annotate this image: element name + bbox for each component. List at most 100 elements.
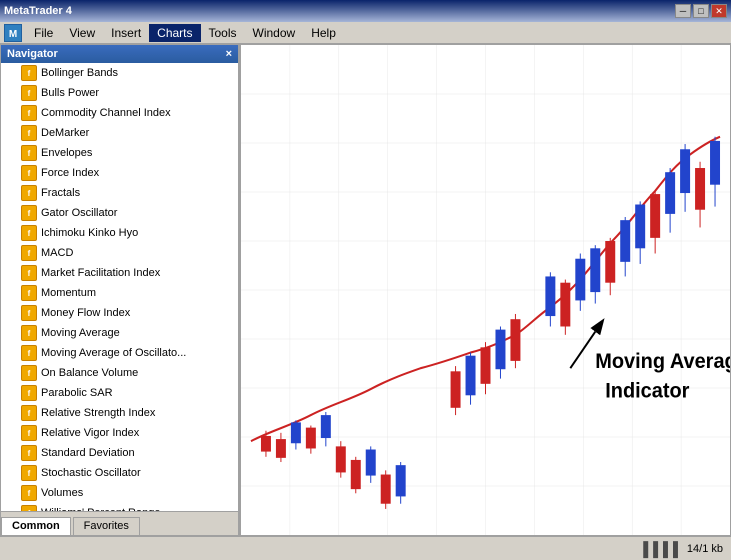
nav-indicator-item[interactable]: f Envelopes — [1, 143, 238, 163]
title-bar-left: MetaTrader 4 — [4, 5, 72, 17]
menu-view[interactable]: View — [61, 24, 103, 42]
nav-indicator-item[interactable]: f Fractals — [1, 183, 238, 203]
nav-indicator-item[interactable]: f Relative Strength Index — [1, 403, 238, 423]
maximize-button[interactable]: □ — [693, 4, 709, 18]
app-title: MetaTrader 4 — [4, 5, 72, 17]
indicator-icon: f — [21, 65, 37, 81]
indicator-label: Bulls Power — [41, 87, 99, 99]
menu-window[interactable]: Window — [245, 24, 304, 42]
indicator-label: DeMarker — [41, 127, 89, 139]
nav-indicator-item[interactable]: f Standard Deviation — [1, 443, 238, 463]
indicator-icon: f — [21, 85, 37, 101]
indicator-icon: f — [21, 465, 37, 481]
nav-indicator-item[interactable]: f Moving Average — [1, 323, 238, 343]
navigator-title: Navigator — [7, 48, 58, 60]
indicator-icon: f — [21, 485, 37, 501]
nav-indicator-item[interactable]: fWilliams' Percent Range — [1, 503, 238, 511]
navigator-header: Navigator × — [1, 45, 238, 63]
svg-text:Moving Average: Moving Average — [595, 351, 730, 373]
nav-indicator-item[interactable]: f On Balance Volume — [1, 363, 238, 383]
minimize-button[interactable]: ─ — [675, 4, 691, 18]
indicator-label: Momentum — [41, 287, 96, 299]
nav-indicator-item[interactable]: f Stochastic Oscillator — [1, 463, 238, 483]
nav-indicator-item[interactable]: f DeMarker — [1, 123, 238, 143]
menu-help[interactable]: Help — [303, 24, 344, 42]
nav-indicator-item[interactable]: f MACD — [1, 243, 238, 263]
indicator-icon: f — [21, 225, 37, 241]
navigator-tabs: CommonFavorites — [1, 511, 238, 535]
app-icon: M — [4, 24, 22, 42]
nav-indicator-item[interactable]: f Moving Average of Oscillato... — [1, 343, 238, 363]
nav-indicator-item[interactable]: f Volumes — [1, 483, 238, 503]
menu-insert[interactable]: Insert — [103, 24, 149, 42]
indicator-label: Market Facilitation Index — [41, 267, 160, 279]
nav-tab-favorites[interactable]: Favorites — [73, 517, 140, 535]
nav-indicator-item[interactable]: f Gator Oscillator — [1, 203, 238, 223]
indicator-icon: f — [21, 245, 37, 261]
nav-indicator-item[interactable]: f Bulls Power — [1, 83, 238, 103]
indicator-icon: f — [21, 125, 37, 141]
indicator-icon: f — [21, 445, 37, 461]
indicator-icon: f — [21, 305, 37, 321]
nav-indicator-item[interactable]: f Ichimoku Kinko Hyo — [1, 223, 238, 243]
indicator-label: Force Index — [41, 167, 99, 179]
indicator-label: Commodity Channel Index — [41, 107, 171, 119]
nav-indicator-item[interactable]: f Parabolic SAR — [1, 383, 238, 403]
menu-bar: M File View Insert Charts Tools Window H… — [0, 22, 731, 44]
indicator-icon: f — [21, 345, 37, 361]
nav-indicator-item[interactable]: f Relative Vigor Index — [1, 423, 238, 443]
indicator-icon: f — [21, 425, 37, 441]
menu-file[interactable]: File — [26, 24, 61, 42]
nav-indicator-item[interactable]: f Market Facilitation Index — [1, 263, 238, 283]
nav-indicator-item[interactable]: f Force Index — [1, 163, 238, 183]
indicator-icon: f — [21, 385, 37, 401]
svg-text:M: M — [9, 29, 17, 40]
status-bar: ▌▌▌▌ 14/1 kb — [0, 536, 731, 560]
indicator-label: Moving Average — [41, 327, 120, 339]
indicator-label: Relative Strength Index — [41, 407, 155, 419]
indicator-label: Parabolic SAR — [41, 387, 113, 399]
menu-charts[interactable]: Charts — [149, 24, 200, 42]
chart-svg: Moving Average Indicator — [241, 45, 730, 535]
main-content: Navigator × f Bollinger Bands f Bulls Power… — [0, 44, 731, 536]
indicator-icon: f — [21, 405, 37, 421]
indicator-label: Volumes — [41, 487, 83, 499]
nav-indicator-item[interactable]: f Money Flow Index — [1, 303, 238, 323]
close-button[interactable]: ✕ — [711, 4, 727, 18]
chart-area: Moving Average Indicator — [240, 44, 731, 536]
indicator-label: Stochastic Oscillator — [41, 467, 141, 479]
indicator-label: On Balance Volume — [41, 367, 138, 379]
navigator-list[interactable]: f Bollinger Bands f Bulls Power f Commodity C… — [1, 63, 238, 511]
menu-tools[interactable]: Tools — [201, 24, 245, 42]
indicator-label: Envelopes — [41, 147, 92, 159]
signal-icon: ▌▌▌▌ — [643, 541, 683, 557]
indicator-icon: f — [21, 265, 37, 281]
nav-tab-common[interactable]: Common — [1, 517, 71, 535]
svg-text:Indicator: Indicator — [605, 380, 689, 402]
status-info: 14/1 kb — [687, 543, 723, 555]
indicator-label: Moving Average of Oscillato... — [41, 347, 186, 359]
indicator-icon: f — [21, 205, 37, 221]
indicator-label: Standard Deviation — [41, 447, 135, 459]
indicator-icon: f — [21, 105, 37, 121]
nav-indicator-item[interactable]: fMomentum — [1, 283, 238, 303]
indicator-label: Bollinger Bands — [41, 67, 118, 79]
indicator-label: Gator Oscillator — [41, 207, 117, 219]
indicator-label: MACD — [41, 247, 73, 259]
navigator-panel: Navigator × f Bollinger Bands f Bulls Power… — [0, 44, 240, 536]
status-indicator: ▌▌▌▌ 14/1 kb — [643, 541, 723, 557]
indicator-label: Ichimoku Kinko Hyo — [41, 227, 138, 239]
indicator-label: Money Flow Index — [41, 307, 130, 319]
indicator-icon: f — [21, 145, 37, 161]
indicator-icon: f — [21, 165, 37, 181]
navigator-close-button[interactable]: × — [226, 48, 232, 60]
indicator-icon: f — [21, 185, 37, 201]
indicator-label: Fractals — [41, 187, 80, 199]
title-bar-controls: ─ □ ✕ — [675, 4, 727, 18]
nav-indicator-item[interactable]: f Commodity Channel Index — [1, 103, 238, 123]
nav-indicator-item[interactable]: f Bollinger Bands — [1, 63, 238, 83]
indicator-label: Relative Vigor Index — [41, 427, 139, 439]
title-bar: MetaTrader 4 ─ □ ✕ — [0, 0, 731, 22]
indicator-icon: f — [21, 365, 37, 381]
indicator-icon: f — [21, 325, 37, 341]
